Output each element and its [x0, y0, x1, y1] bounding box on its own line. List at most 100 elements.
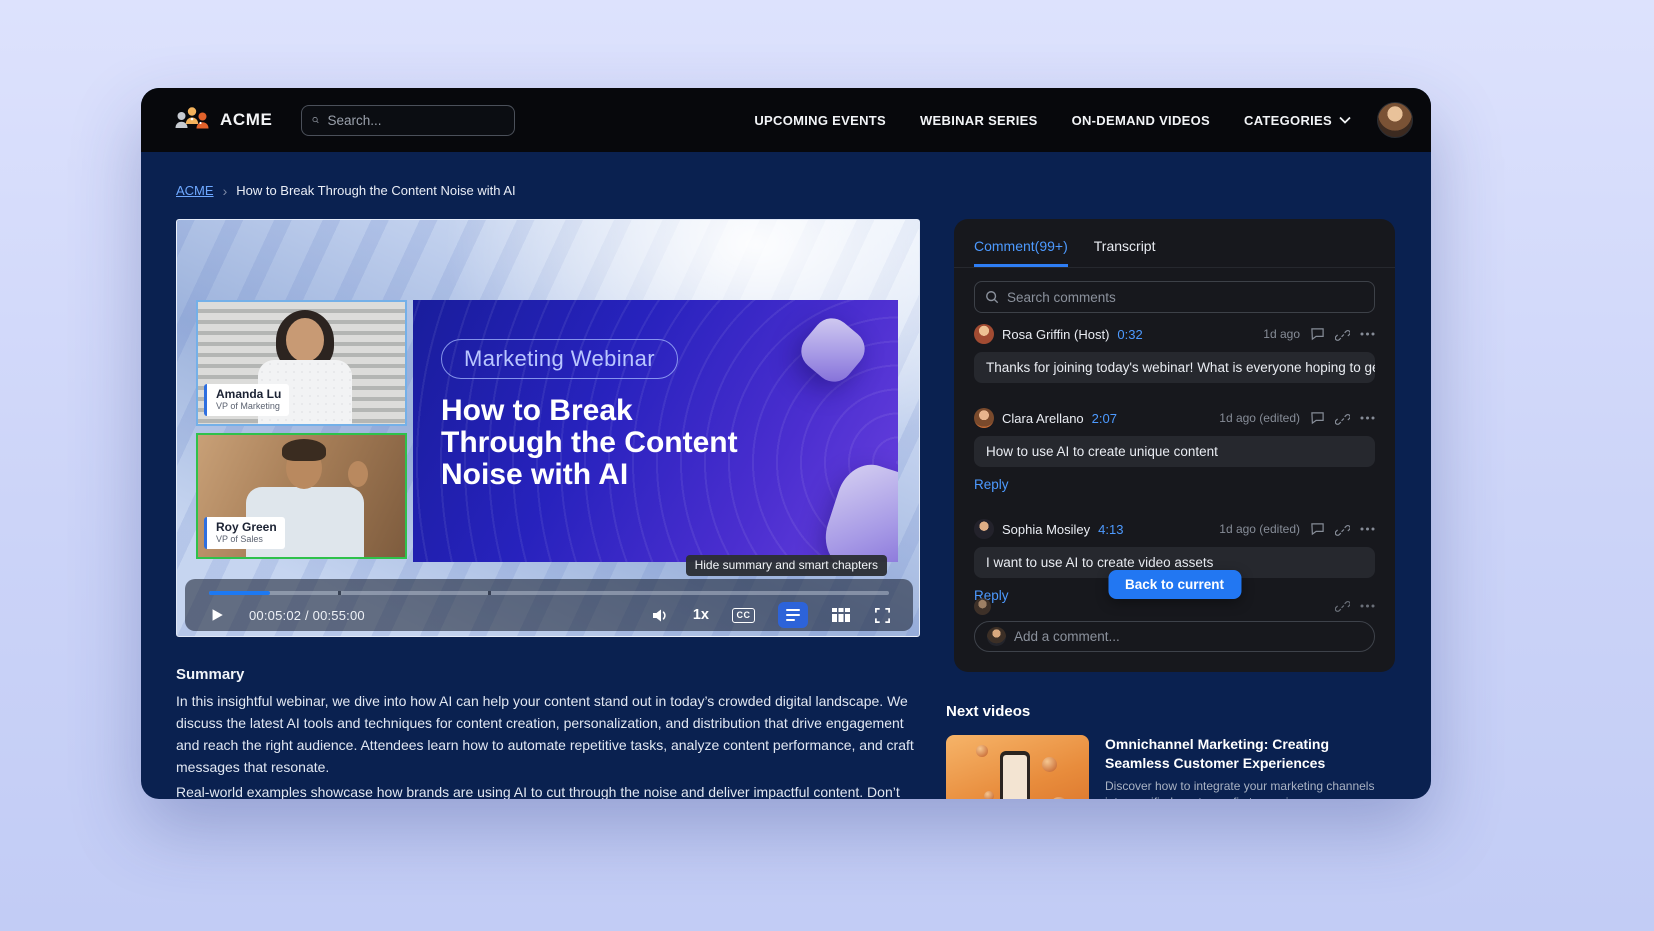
- breadcrumb-separator-icon: ›: [223, 184, 228, 198]
- breadcrumb-home-link[interactable]: ACME: [176, 183, 214, 198]
- volume-icon: [651, 607, 670, 624]
- play-button[interactable]: [209, 607, 225, 623]
- speaker-role: VP of Marketing: [216, 401, 281, 412]
- speaker-face: [286, 318, 324, 362]
- speaker-hand: [348, 461, 368, 487]
- comment-composer[interactable]: [974, 621, 1375, 652]
- playback-speed-button[interactable]: 1x: [693, 607, 709, 623]
- copy-link-icon[interactable]: [1335, 411, 1350, 426]
- comment-timestamp-link[interactable]: 4:13: [1098, 522, 1123, 537]
- speaker-video-roy: Roy Green VP of Sales: [196, 433, 407, 559]
- commenter-name: Rosa Griffin (Host): [1002, 327, 1109, 342]
- reply-bubble-icon[interactable]: [1310, 522, 1325, 536]
- comment-age: 1d ago (edited): [1219, 522, 1300, 536]
- reply-bubble-icon[interactable]: [1310, 327, 1325, 341]
- comment-timestamp-link[interactable]: 0:32: [1117, 327, 1142, 342]
- comment-header: Rosa Griffin (Host) 0:32 1d ago: [974, 324, 1375, 344]
- comment-input[interactable]: [1014, 629, 1362, 644]
- slide-decoration-shape: [817, 456, 898, 562]
- comment-item: Clara Arellano 2:07 1d ago (edited) How …: [954, 408, 1395, 494]
- page: ACME UPCOMING EVENTS WEBINAR SERIES ON-D…: [0, 0, 1654, 931]
- speaker-video-amanda: Amanda Lu VP of Marketing: [196, 300, 407, 426]
- commenter-avatar: [974, 598, 991, 615]
- nav-link-categories[interactable]: CATEGORIES: [1244, 113, 1351, 128]
- fullscreen-button[interactable]: [874, 607, 891, 624]
- video-player[interactable]: Amanda Lu VP of Marketing Roy Green VP o…: [176, 219, 920, 637]
- player-tooltip: Hide summary and smart chapters: [686, 555, 887, 576]
- controls-row: 00:05:02 / 00:55:00 1x CC: [209, 599, 891, 631]
- comment-item: Rosa Griffin (Host) 0:32 1d ago Thanks f…: [954, 324, 1395, 383]
- slide-badge: Marketing Webinar: [441, 339, 678, 379]
- controls-right: 1x CC: [651, 602, 891, 628]
- webinar-slide: Marketing Webinar How to Break Through t…: [413, 300, 898, 562]
- comments-panel: Comment(99+) Transcript Rosa Griffin (Ho…: [954, 219, 1395, 672]
- reply-link[interactable]: Reply: [974, 477, 1009, 492]
- next-video-thumbnail[interactable]: [946, 735, 1089, 799]
- comments-search[interactable]: [974, 281, 1375, 313]
- user-avatar[interactable]: [1377, 102, 1413, 138]
- commenter-name: Clara Arellano: [1002, 411, 1084, 426]
- fullscreen-icon: [874, 607, 891, 624]
- comment-meta: 1d ago (edited): [1219, 522, 1375, 537]
- thumbnail-decoration: [1042, 757, 1057, 772]
- chapters-button[interactable]: [831, 607, 851, 623]
- more-options-icon[interactable]: [1360, 604, 1375, 608]
- comment-age: 1d ago: [1263, 327, 1300, 341]
- speaker-role: VP of Sales: [216, 534, 277, 545]
- thumbnail-decoration: [1050, 797, 1068, 799]
- back-to-current-button[interactable]: Back to current: [1108, 570, 1241, 599]
- comment-actions: [1335, 598, 1375, 613]
- summary-paragraph: In this insightful webinar, we dive into…: [176, 690, 923, 778]
- speaker-nametag: Roy Green VP of Sales: [204, 517, 285, 549]
- player-controls: 00:05:02 / 00:55:00 1x CC: [185, 579, 913, 631]
- comment-actions: [1310, 411, 1375, 426]
- speaker-name: Roy Green: [216, 520, 277, 534]
- slide-title: How to Break Through the Content Noise w…: [441, 395, 738, 491]
- nav-link-upcoming-events[interactable]: UPCOMING EVENTS: [754, 113, 886, 128]
- captions-button[interactable]: CC: [732, 608, 755, 623]
- tab-comments[interactable]: Comment(99+): [974, 238, 1068, 267]
- progress-bar[interactable]: [209, 591, 889, 595]
- nav-link-on-demand-videos[interactable]: ON-DEMAND VIDEOS: [1072, 113, 1210, 128]
- comment-text: How to use AI to create unique content: [974, 436, 1375, 467]
- copy-link-icon[interactable]: [1335, 327, 1350, 342]
- thumbnail-phone-illustration: [1000, 751, 1030, 799]
- search-icon: [985, 290, 999, 304]
- transcript-button[interactable]: [778, 602, 808, 628]
- nav-link-webinar-series[interactable]: WEBINAR SERIES: [920, 113, 1038, 128]
- search-icon: [312, 113, 319, 127]
- content-area: ACME › How to Break Through the Content …: [141, 152, 1431, 799]
- copy-link-icon[interactable]: [1335, 598, 1350, 613]
- app-window: ACME UPCOMING EVENTS WEBINAR SERIES ON-D…: [141, 88, 1431, 799]
- more-options-icon[interactable]: [1360, 332, 1375, 336]
- search-input[interactable]: [327, 113, 504, 128]
- speaker-name: Amanda Lu: [216, 387, 281, 401]
- breadcrumb-current: How to Break Through the Content Noise w…: [236, 183, 515, 198]
- comment-timestamp-link[interactable]: 2:07: [1092, 411, 1117, 426]
- comment-age: 1d ago (edited): [1219, 411, 1300, 425]
- navbar-search[interactable]: [301, 105, 515, 136]
- comments-search-input[interactable]: [1007, 290, 1364, 305]
- partial-comment-row: [974, 598, 1375, 615]
- play-icon: [209, 607, 225, 623]
- commenter-avatar: [974, 324, 994, 344]
- comment-header: Sophia Mosiley 4:13 1d ago (edited): [974, 519, 1375, 539]
- next-video-title[interactable]: Omnichannel Marketing: Creating Seamless…: [1105, 735, 1396, 773]
- summary-heading: Summary: [176, 666, 244, 683]
- volume-button[interactable]: [651, 607, 670, 624]
- thumbnail-decoration: [976, 745, 988, 757]
- speaker-hair: [282, 439, 326, 461]
- chapter-marker: [338, 591, 341, 595]
- progress-fill: [209, 591, 270, 595]
- brand-logo[interactable]: ACME: [174, 105, 272, 135]
- copy-link-icon[interactable]: [1335, 522, 1350, 537]
- more-options-icon[interactable]: [1360, 527, 1375, 531]
- time-display: 00:05:02 / 00:55:00: [249, 608, 365, 623]
- chapters-icon: [831, 607, 851, 623]
- panel-tabs: Comment(99+) Transcript: [954, 219, 1395, 268]
- tab-transcript[interactable]: Transcript: [1094, 238, 1156, 267]
- next-video-card[interactable]: Omnichannel Marketing: Creating Seamless…: [946, 735, 1396, 799]
- more-options-icon[interactable]: [1360, 416, 1375, 420]
- acme-logo-icon: [174, 105, 210, 135]
- reply-bubble-icon[interactable]: [1310, 411, 1325, 425]
